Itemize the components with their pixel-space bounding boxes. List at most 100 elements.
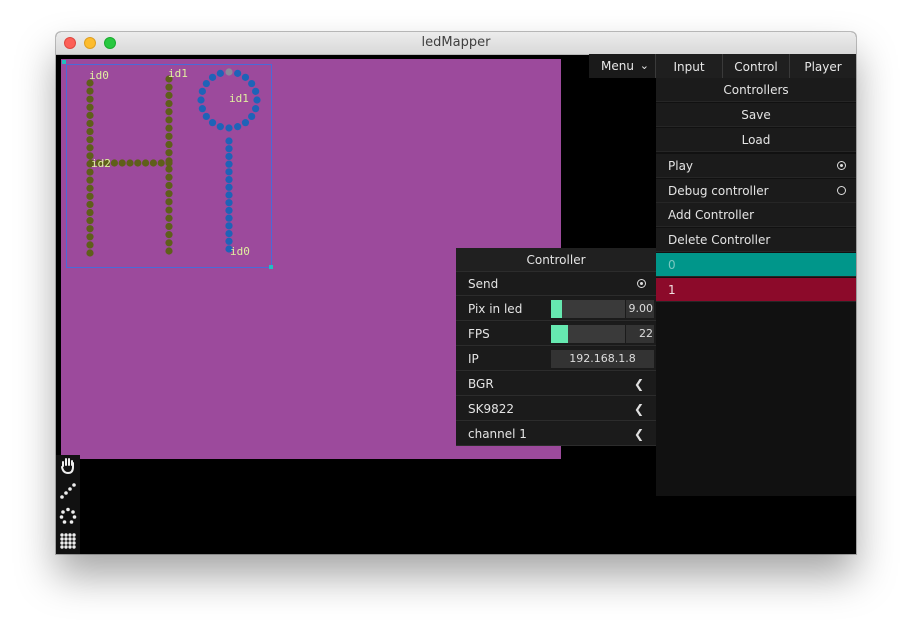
led-pixel-circle-id1 <box>197 96 205 104</box>
selection-handle-bottom-right[interactable] <box>269 265 273 269</box>
chevron-left-icon: ❮ <box>633 377 644 391</box>
controllers-header: Controllers <box>656 78 856 102</box>
led-type-value: SK9822 <box>468 402 515 416</box>
led-pixel-strip-id2 <box>126 159 134 167</box>
window-title: ledMapper <box>421 35 491 50</box>
led-pixel-strip-id0 <box>86 200 94 209</box>
hand-tool-button[interactable] <box>58 455 78 477</box>
circle-strip-tool-button[interactable] <box>58 505 78 527</box>
send-toggle[interactable]: Send <box>456 272 656 296</box>
led-pixel-strip-id0-blue <box>225 183 233 191</box>
channel-dropdown[interactable]: channel 1 ❮ <box>456 422 656 446</box>
led-pixel-strip-id2 <box>110 159 118 167</box>
led-pixel-strip-id1 <box>165 198 173 206</box>
led-type-dropdown[interactable]: SK9822 ❮ <box>456 397 656 421</box>
led-pixel-circle-id1 <box>216 69 224 77</box>
tab-player[interactable]: Player <box>789 54 856 78</box>
debug-controller-toggle[interactable]: Debug controller <box>656 179 856 203</box>
strip-label-id2: id2 <box>91 157 111 170</box>
led-pixel-strip-id0-blue <box>225 237 233 245</box>
led-pixel-strip-id0-blue <box>225 229 233 238</box>
delete-controller-button[interactable]: Delete Controller <box>656 228 856 252</box>
tab-input[interactable]: Input <box>655 54 722 78</box>
load-button[interactable]: Load <box>656 128 856 152</box>
controller-item-0[interactable]: 0 <box>656 253 856 277</box>
led-pixel-strip-id0-blue <box>225 160 233 168</box>
color-order-value: BGR <box>468 377 494 391</box>
led-pixel-circle-id1 <box>202 79 210 88</box>
led-pixel-circle-id1 <box>234 123 242 131</box>
led-pixel-strip-id1 <box>165 247 173 255</box>
strip-label-id0-left: id0 <box>89 69 109 82</box>
add-controller-button[interactable]: Add Controller <box>656 203 856 227</box>
led-pixel-strip-id0 <box>86 241 94 249</box>
fps-slider[interactable] <box>551 325 625 343</box>
led-pixel-strip-id2 <box>142 159 150 167</box>
tab-control[interactable]: Control <box>722 54 789 78</box>
pix-in-led-slider[interactable] <box>551 300 625 318</box>
controller-item-1[interactable]: 1 <box>656 278 856 302</box>
led-pixel-strip-id2 <box>149 159 157 167</box>
controller-panel-title: Controller <box>456 248 656 272</box>
ip-row: IP 192.168.1.8 <box>456 347 656 371</box>
led-pixel-strip-id1 <box>165 206 173 214</box>
led-pixel-strip-id0-blue <box>225 191 233 199</box>
line-strip-tool-button[interactable] <box>58 480 78 502</box>
debug-controller-label: Debug controller <box>668 184 769 198</box>
pix-in-led-value[interactable]: 9.00 <box>626 300 654 318</box>
save-button[interactable]: Save <box>656 103 856 127</box>
fps-value[interactable]: 22 <box>626 325 654 343</box>
led-pixel-strip-id0 <box>86 217 94 225</box>
chevron-down-icon: ⌄ <box>639 59 649 72</box>
tool-palette <box>56 455 80 554</box>
fps-slider-fill <box>551 325 569 343</box>
led-pixel-circle-id1 <box>216 123 224 131</box>
led-pixel-strip-id0-blue <box>225 152 233 161</box>
led-pixel-circle-id1 <box>202 112 210 121</box>
led-pixel-circle-id1 <box>248 79 256 88</box>
circle-strip-icon <box>59 507 77 524</box>
chevron-left-icon: ❮ <box>633 427 644 441</box>
line-strip-icon <box>60 483 76 499</box>
ip-label: IP <box>468 352 479 366</box>
led-pixel-strip-id0-blue <box>225 222 233 230</box>
led-pixel-circle-id1 <box>252 105 260 113</box>
controllers-panel: Controllers Save Load Play Debug control… <box>656 78 856 496</box>
led-pixel-strip-id0-blue <box>225 206 233 215</box>
debug-radio-icon[interactable] <box>837 186 846 195</box>
pix-in-led-row: Pix in led 9.00 <box>456 297 656 321</box>
led-pixel-circle-id1 <box>248 112 256 121</box>
top-navigation: Menu ⌄ Input Control Player <box>589 54 856 78</box>
selection-handle-top-left[interactable] <box>62 60 66 64</box>
color-order-dropdown[interactable]: BGR ❮ <box>456 372 656 396</box>
play-toggle[interactable]: Play <box>656 154 856 178</box>
led-pixel-circle-id1 <box>198 87 206 95</box>
led-pixel-strip-id0 <box>86 176 94 184</box>
pix-in-led-label: Pix in led <box>468 302 523 316</box>
led-pixel-strip-id0 <box>86 95 94 103</box>
led-pixel-strip-id2 <box>165 159 173 167</box>
pix-in-led-slider-fill <box>551 300 563 318</box>
fps-label: FPS <box>468 327 490 341</box>
title-bar: ledMapper <box>56 32 856 55</box>
led-pixel-strip-id1 <box>165 181 173 190</box>
send-radio-icon[interactable] <box>637 279 646 288</box>
chevron-left-icon: ❮ <box>633 402 644 416</box>
led-pixel-strip-id1 <box>165 132 173 140</box>
led-pixel-strip-id0 <box>86 184 94 192</box>
grid-strip-icon <box>60 533 76 549</box>
led-pixel-strip-id0-blue <box>225 199 233 207</box>
menu-dropdown[interactable]: Menu ⌄ <box>589 54 655 78</box>
led-pixel-strip-id2 <box>134 159 142 167</box>
led-pixel-strip-id0 <box>86 233 94 241</box>
led-pixel-strip-id1 <box>165 149 173 157</box>
led-pixel-circle-id1 <box>208 73 217 81</box>
led-pixel-strip-id0 <box>86 127 94 136</box>
ip-input[interactable]: 192.168.1.8 <box>551 350 654 368</box>
strip-label-id0-bottom: id0 <box>230 245 250 258</box>
led-pixel-strip-id0 <box>86 136 94 144</box>
led-pixel-strip-id0 <box>86 119 94 128</box>
led-pixel-strip-id1 <box>165 124 173 132</box>
play-radio-icon[interactable] <box>837 161 846 170</box>
grid-strip-tool-button[interactable] <box>58 530 78 552</box>
